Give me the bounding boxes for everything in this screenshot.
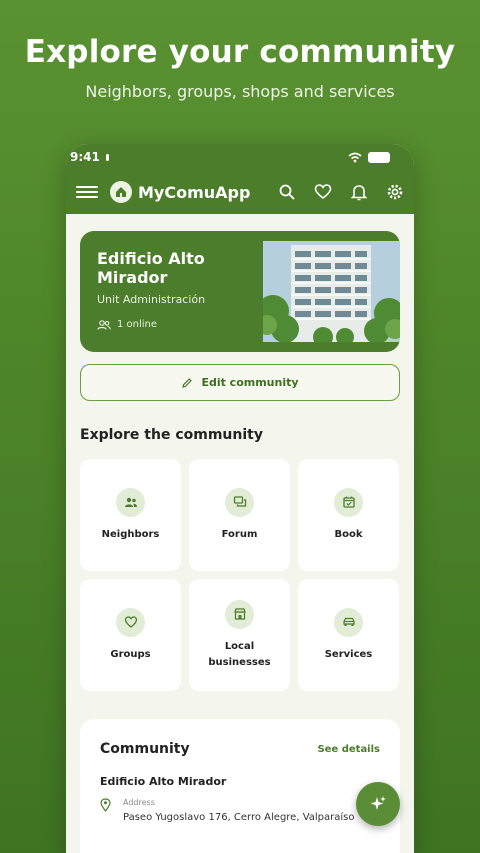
marketing-title: Explore your community <box>24 34 456 70</box>
bell-icon[interactable] <box>350 183 368 201</box>
app-logo <box>110 181 132 203</box>
address-row: Address Paseo Yugoslavo 176, Cerro Alegr… <box>100 798 380 823</box>
battery-icon <box>368 151 390 163</box>
wifi-icon <box>348 152 362 162</box>
phone-frame: 9:41 MyComuApp Edificio Alto Mirador Uni… <box>66 144 414 853</box>
app-title: MyComuApp <box>138 182 251 202</box>
marketing-subtitle: Neighbors, groups, shops and services <box>85 82 395 101</box>
community-card: Community See details Edificio Alto Mira… <box>80 719 400 853</box>
tile-book[interactable]: Book <box>298 459 399 571</box>
hero-title: Edificio Alto Mirador <box>97 249 205 287</box>
edit-community-label: Edit community <box>201 376 299 389</box>
address-label: Address <box>123 798 155 807</box>
assistant-fab[interactable] <box>356 782 400 826</box>
explore-section-title: Explore the community <box>80 427 263 443</box>
heart-icon[interactable] <box>314 183 332 201</box>
address-value: Paseo Yugoslavo 176, Cerro Alegre, Valpa… <box>123 812 355 823</box>
status-bar: 9:41 <box>66 144 414 170</box>
gear-icon[interactable] <box>386 183 404 201</box>
tile-label: Neighbors <box>101 528 160 540</box>
location-pin-icon <box>100 798 111 812</box>
menu-icon[interactable] <box>76 186 98 198</box>
search-icon[interactable] <box>278 183 296 201</box>
app-bar: MyComuApp <box>66 170 414 214</box>
tile-neighbors[interactable]: Neighbors <box>80 459 181 571</box>
community-hero-card[interactable]: Edificio Alto Mirador Unit Administració… <box>80 231 400 352</box>
community-card-title: Community <box>100 741 190 757</box>
tile-forum[interactable]: Forum <box>189 459 290 571</box>
main-content: Edificio Alto Mirador Unit Administració… <box>66 214 414 853</box>
tile-label: Forum <box>221 528 258 540</box>
explore-grid: Neighbors Forum Book Groups Local busine… <box>80 459 400 691</box>
tile-services[interactable]: Services <box>298 579 399 691</box>
pencil-icon <box>182 377 193 388</box>
tile-groups[interactable]: Groups <box>80 579 181 691</box>
status-indicator-icon <box>105 153 109 161</box>
tile-label: Book <box>334 528 363 540</box>
people-icon <box>116 487 145 517</box>
building-photo <box>263 241 400 342</box>
sparkle-icon <box>370 796 386 810</box>
hero-subtitle: Unit Administración <box>97 293 206 306</box>
edit-community-button[interactable]: Edit community <box>80 364 400 401</box>
online-count: 1 online <box>117 319 158 330</box>
community-name: Edificio Alto Mirador <box>100 775 227 788</box>
status-time: 9:41 <box>70 150 100 164</box>
calendar-check-icon <box>334 487 363 517</box>
tile-label: Services <box>324 648 373 660</box>
car-icon <box>334 607 363 637</box>
online-indicator: 1 online <box>97 319 157 330</box>
tile-local-businesses[interactable]: Local businesses <box>189 579 290 691</box>
chat-icon <box>225 487 254 517</box>
tile-label: Local businesses <box>208 640 271 668</box>
see-details-link[interactable]: See details <box>317 744 380 755</box>
tile-label: Groups <box>110 648 151 660</box>
heart-icon <box>116 607 145 637</box>
store-icon <box>225 599 254 629</box>
people-icon <box>97 319 111 330</box>
